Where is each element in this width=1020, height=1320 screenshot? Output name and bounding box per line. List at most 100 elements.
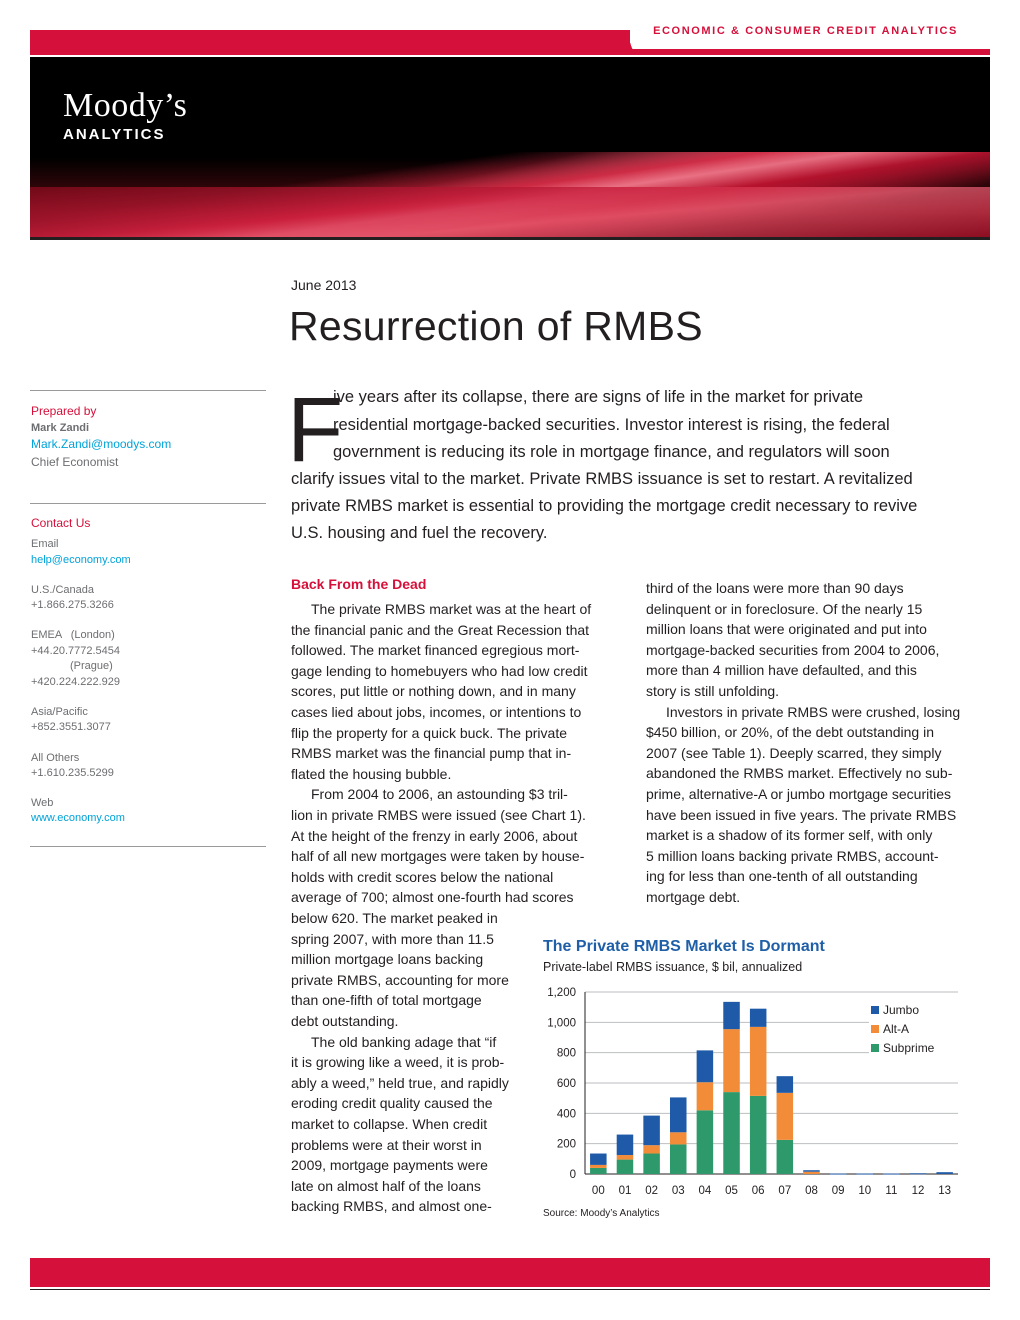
body-text-line: problems were at their worst in xyxy=(291,1136,482,1153)
bar-jumbo xyxy=(669,1097,687,1133)
body-text-line: spring 2007, with more than 11.5 xyxy=(291,930,494,947)
prepared-by-label: Prepared by xyxy=(31,404,97,418)
body-text-line: prime, alternative-A or jumbo mortgage s… xyxy=(646,786,952,802)
body-text-line: mortgage-backed securities from 2004 to … xyxy=(646,641,940,658)
bar-jumbo xyxy=(856,1173,874,1175)
bar-subprime xyxy=(669,1144,687,1174)
header-accent-bar xyxy=(30,30,630,55)
body-text-line: late on almost half of the loans xyxy=(291,1177,481,1194)
sidebar-rule-mid xyxy=(30,503,266,504)
header-accent-line xyxy=(630,49,990,55)
body-text-line: gage lending to homebuyers who had low c… xyxy=(291,662,588,679)
x-tick-label: 02 xyxy=(645,1185,658,1197)
rmbs-issuance-chart: 0 200 400 600 800 1,000 1,200 00 01 02 03 04 05 06 07 0… xyxy=(547,987,959,1197)
contact-email-link[interactable]: help@economy.com xyxy=(31,553,131,567)
x-tick-label: 08 xyxy=(805,1185,818,1197)
bar-alta xyxy=(616,1155,634,1160)
x-tick-label: 10 xyxy=(858,1185,871,1197)
contact-phone: +1.610.235.5299 xyxy=(31,767,114,779)
x-tick-label: 09 xyxy=(832,1185,845,1197)
body-text-line: mortgage debt. xyxy=(646,889,741,905)
body-text-line: million loans that were originated and p… xyxy=(646,621,927,638)
intro-line: clarify issues vital to the market. Priv… xyxy=(291,470,913,488)
chart-source: Source: Moody’s Analytics xyxy=(543,1208,660,1219)
bar-jumbo xyxy=(616,1134,634,1156)
bar-jumbo xyxy=(723,1001,740,1030)
contact-region: (Prague) xyxy=(70,660,113,672)
contact-region: U.S./Canada xyxy=(31,584,94,596)
footer-bar xyxy=(30,1258,990,1287)
banner-rule xyxy=(30,237,990,240)
body-text-line: The old banking adage that “if xyxy=(311,1033,497,1050)
legend-label: Alt-A xyxy=(883,1022,909,1036)
page-title: Resurrection of RMBS xyxy=(289,303,703,349)
sidebar-rule-bottom xyxy=(30,846,266,847)
bar-alta xyxy=(803,1171,820,1174)
bar-jumbo xyxy=(803,1170,820,1172)
body-text-line: backing RMBS, and almost one- xyxy=(291,1198,492,1215)
intro-line: residential mortgage-backed securities. … xyxy=(333,416,890,434)
publication-date: June 2013 xyxy=(291,277,357,293)
web-link[interactable]: www.economy.com xyxy=(31,811,125,825)
body-text-line: abandoned the RMBS market. Effectively n… xyxy=(646,765,953,782)
x-tick-label: 03 xyxy=(672,1185,685,1197)
x-tick-label: 00 xyxy=(592,1185,605,1197)
x-tick-label: 06 xyxy=(752,1185,765,1197)
body-text-line: Investors in private RMBS were crushed, … xyxy=(666,703,961,720)
bar-alta xyxy=(669,1132,687,1145)
contact-region: Asia/Pacific xyxy=(31,706,88,718)
footer-rule xyxy=(30,1289,990,1290)
bar-jumbo xyxy=(776,1076,794,1093)
contact-region: EMEA (London) xyxy=(31,629,115,641)
body-text-line: 2007 (see Table 1). Deeply scarred, they… xyxy=(646,744,942,761)
legend-label: Subprime xyxy=(883,1041,935,1055)
y-tick-label: 0 xyxy=(570,1169,576,1181)
bar-jumbo xyxy=(696,1050,714,1083)
chart-title: The Private RMBS Market Is Dormant xyxy=(543,938,825,955)
body-text-line: The private RMBS market was at the heart… xyxy=(311,601,592,617)
division-label: ECONOMIC & CONSUMER CREDIT ANALYTICS xyxy=(653,25,958,37)
body-text-line: From 2004 to 2006, an astounding $3 tril… xyxy=(311,786,568,803)
legend-swatch xyxy=(871,1044,879,1052)
body-text-line: the financial panic and the Great Recess… xyxy=(291,621,590,638)
legend-swatch xyxy=(871,1006,879,1014)
x-tick-label: 11 xyxy=(885,1185,897,1197)
bar-subprime xyxy=(590,1167,607,1174)
body-text-line: RMBS market was the financial pump that … xyxy=(291,745,572,762)
body-text-line: ably a weed,” held true, and rapidly xyxy=(291,1074,509,1091)
bar-alta xyxy=(590,1164,607,1168)
body-text-line: below 620. The market peaked in xyxy=(291,910,498,926)
bar-jumbo xyxy=(829,1173,847,1175)
bar-jumbo xyxy=(643,1115,660,1146)
x-tick-label: 01 xyxy=(619,1185,632,1197)
body-text-line: than one-fifth of total mortgage xyxy=(291,992,482,1009)
sidebar-rule-top xyxy=(30,390,266,391)
author-email-link[interactable]: Mark.Zandi@moodys.com xyxy=(31,437,171,451)
body-text-line: eroding credit quality caused the xyxy=(291,1095,493,1112)
intro-line: ive years after its collapse, there are … xyxy=(333,388,864,406)
bar-subprime xyxy=(643,1153,660,1174)
body-text-line: private RMBS, accounting for more xyxy=(291,971,509,988)
body-text-line: cases lied about jobs, incomes, or inten… xyxy=(291,704,582,720)
author-name: Mark Zandi xyxy=(31,422,90,434)
body-text-line: lion in private RMBS were issued (see Ch… xyxy=(291,807,586,823)
contact-us-label: Contact Us xyxy=(31,516,91,530)
body-text-line: ing for less than one-tenth of all outst… xyxy=(646,868,918,885)
bar-subprime xyxy=(616,1159,634,1174)
body-text-line: debt outstanding. xyxy=(291,1013,399,1029)
bar-jumbo xyxy=(909,1173,927,1175)
bar-subprime xyxy=(696,1110,714,1174)
y-tick-label: 1,000 xyxy=(547,1017,576,1029)
bar-alta xyxy=(643,1145,660,1154)
x-tick-label: 13 xyxy=(938,1185,951,1197)
analytics-logo: ANALYTICS xyxy=(63,126,166,143)
section-heading: Back From the Dead xyxy=(291,576,427,592)
body-text-line: average of 700; almost one-fourth had sc… xyxy=(291,889,574,906)
x-tick-label: 12 xyxy=(912,1185,925,1197)
body-text-line: flip the property for a quick buck. The … xyxy=(291,724,567,741)
moodys-logo: Moody’s xyxy=(63,87,188,124)
body-text-line: have been issued in five years. The priv… xyxy=(646,806,957,823)
bar-alta xyxy=(723,1029,740,1093)
web-label: Web xyxy=(31,797,54,809)
contact-region: All Others xyxy=(31,752,80,764)
